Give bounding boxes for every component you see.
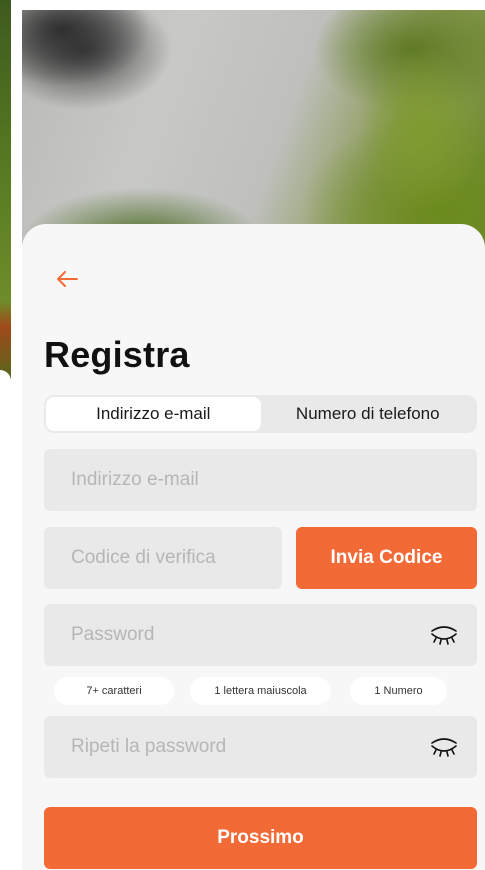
signup-method-tabs: Indirizzo e-mail Numero di telefono [44, 395, 477, 433]
background-photo-left [0, 0, 11, 870]
back-button[interactable] [52, 266, 82, 292]
background-photo [22, 10, 485, 260]
requirement-uppercase: 1 lettera maiuscola [190, 677, 331, 705]
requirement-min-chars: 7+ caratteri [54, 677, 174, 705]
eye-closed-icon[interactable] [429, 736, 459, 758]
tab-phone[interactable]: Numero di telefono [261, 397, 476, 431]
repeat-password-input[interactable] [71, 736, 421, 758]
password-input[interactable] [71, 624, 421, 646]
password-field [44, 604, 477, 666]
email-field [44, 449, 477, 511]
requirement-number: 1 Numero [350, 677, 447, 705]
email-input[interactable] [71, 469, 477, 491]
send-code-button[interactable]: Invia Codice [296, 527, 477, 589]
tab-email[interactable]: Indirizzo e-mail [46, 397, 261, 431]
arrow-left-icon [57, 271, 78, 287]
repeat-password-field [44, 716, 477, 778]
verification-code-input[interactable] [71, 547, 282, 569]
eye-closed-icon[interactable] [429, 624, 459, 646]
verification-code-field [44, 527, 282, 589]
page-title: Registra [44, 334, 190, 375]
next-button[interactable]: Prossimo [44, 807, 477, 869]
